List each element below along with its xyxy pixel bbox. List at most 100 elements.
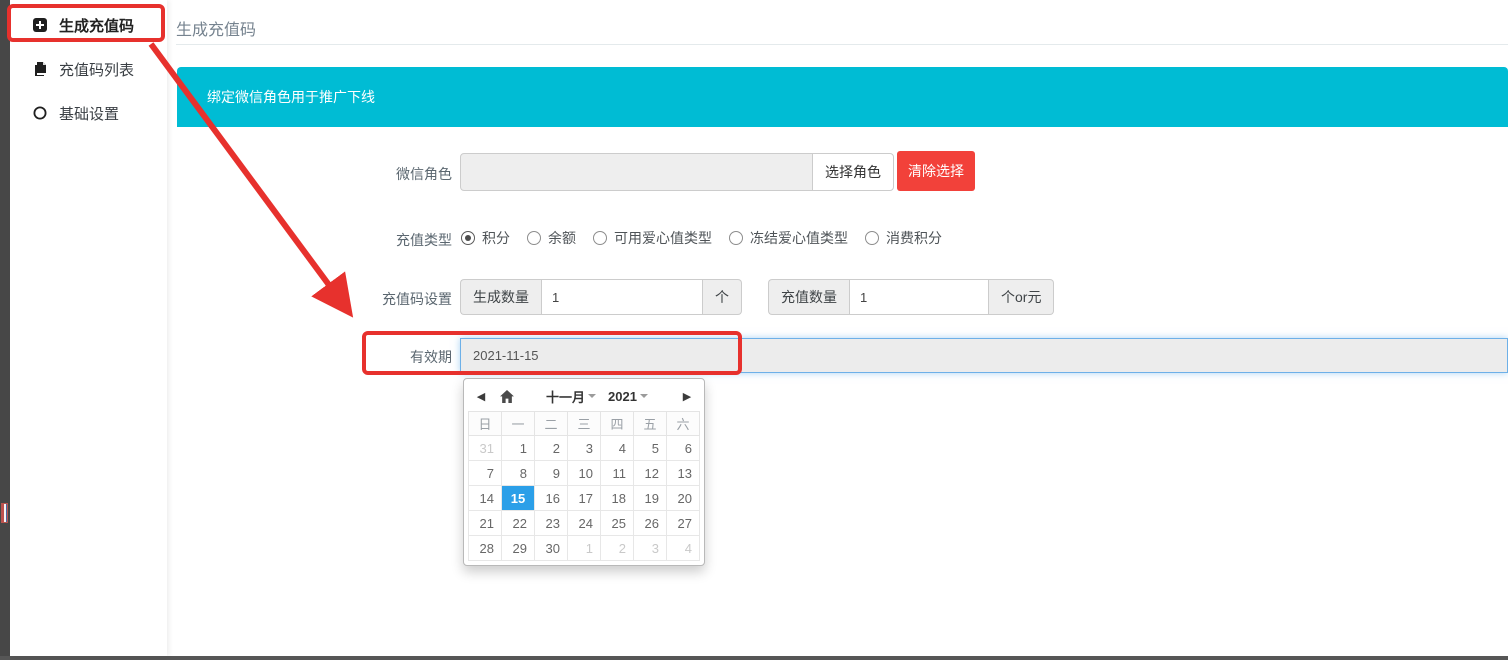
prev-month-button[interactable]: ◀ (468, 384, 494, 408)
month-dropdown[interactable]: 十一月 (546, 387, 596, 406)
calendar-day[interactable]: 1 (568, 536, 601, 561)
calendar-day[interactable]: 14 (469, 486, 502, 511)
window-bottom-bar (0, 656, 1508, 660)
calendar-day[interactable]: 7 (469, 461, 502, 486)
day-of-week-header: 二 (535, 412, 568, 436)
year-label: 2021 (608, 389, 637, 404)
calendar-day[interactable]: 5 (634, 436, 667, 461)
app-window: 生成充值码充值码列表基础设置 生成充值码 绑定微信角色用于推广下线 微信角色 选… (0, 0, 1508, 660)
sidebar-item-1[interactable]: 生成充值码 (10, 6, 167, 44)
calendar-day[interactable]: 10 (568, 461, 601, 486)
recharge-quantity-group: 充值数量个or元 (768, 279, 1054, 315)
edge-handle[interactable] (1, 503, 8, 523)
input-group-prefix: 生成数量 (460, 279, 541, 315)
clear-role-button[interactable]: 清除选择 (897, 151, 975, 191)
day-of-week-header: 四 (601, 412, 634, 436)
calendar-day[interactable]: 12 (634, 461, 667, 486)
datepicker-month-year: 十一月 2021 (520, 387, 674, 406)
calendar-day[interactable]: 25 (601, 511, 634, 536)
left-edge-strip (0, 0, 10, 656)
calendar-day[interactable]: 28 (469, 536, 502, 561)
calendar-day[interactable]: 27 (667, 511, 700, 536)
validity-label: 有效期 (330, 347, 452, 367)
calendar-day[interactable]: 20 (667, 486, 700, 511)
calendar-day[interactable]: 6 (667, 436, 700, 461)
radio-option-4[interactable]: 冻结爱心值类型 (729, 228, 848, 248)
sidebar-item-label: 生成充值码 (59, 15, 134, 36)
sidebar-item-label: 充值码列表 (59, 59, 134, 80)
radio-option-5[interactable]: 消费积分 (865, 228, 942, 248)
calendar-day[interactable]: 31 (469, 436, 502, 461)
generate-quantity-group: 生成数量 个 (460, 279, 742, 315)
sidebar-item-2[interactable]: 充值码列表 (10, 50, 167, 88)
home-icon[interactable] (494, 384, 520, 408)
calendar-day[interactable]: 23 (535, 511, 568, 536)
calendar-day[interactable]: 13 (667, 461, 700, 486)
sidebar-item-3[interactable]: 基础设置 (10, 94, 167, 132)
calendar-day[interactable]: 4 (667, 536, 700, 561)
radio-option-label: 消费积分 (886, 228, 942, 248)
datepicker-header: ◀ 十一月 2021 ▶ (468, 383, 700, 409)
recharge-type-label: 充值类型 (330, 230, 452, 250)
calendar-day[interactable]: 3 (568, 436, 601, 461)
validity-date-input[interactable] (460, 338, 1508, 373)
sidebar: 生成充值码充值码列表基础设置 (10, 0, 167, 656)
radio-option-label: 冻结爱心值类型 (750, 228, 848, 248)
recharge-quantity-input[interactable] (849, 279, 989, 315)
circle-icon (32, 105, 48, 121)
generate-quantity-input[interactable] (541, 279, 703, 315)
calendar-day[interactable]: 18 (601, 486, 634, 511)
day-of-week-header: 六 (667, 412, 700, 436)
calendar-day[interactable]: 19 (634, 486, 667, 511)
calendar-day[interactable]: 8 (502, 461, 535, 486)
radio-unselected-icon[interactable] (865, 231, 879, 245)
radio-unselected-icon[interactable] (729, 231, 743, 245)
calendar-day[interactable]: 2 (601, 536, 634, 561)
calendar-day[interactable]: 9 (535, 461, 568, 486)
copy-icon (32, 61, 48, 77)
calendar-day[interactable]: 17 (568, 486, 601, 511)
wechat-role-input[interactable] (460, 153, 813, 191)
calendar-day[interactable]: 16 (535, 486, 568, 511)
radio-unselected-icon[interactable] (593, 231, 607, 245)
select-role-button[interactable]: 选择角色 (812, 153, 894, 191)
day-of-week-header: 三 (568, 412, 601, 436)
radio-selected-icon[interactable] (461, 231, 475, 245)
recharge-type-radio-group: 积分 余额 可用爱心值类型 冻结爱心值类型 消费积分 (461, 228, 942, 248)
calendar-day[interactable]: 21 (469, 511, 502, 536)
calendar-day[interactable]: 22 (502, 511, 535, 536)
datepicker-popup: ◀ 十一月 2021 ▶ 日一二三四五六 3112345678910111213… (463, 378, 705, 566)
month-label: 十一月 (546, 387, 585, 406)
input-group-suffix: 个or元 (989, 279, 1054, 315)
year-dropdown[interactable]: 2021 (608, 389, 648, 404)
radio-option-label: 积分 (482, 228, 510, 248)
calendar-day[interactable]: 3 (634, 536, 667, 561)
calendar-day-selected[interactable]: 15 (502, 486, 535, 511)
radio-unselected-icon[interactable] (527, 231, 541, 245)
calendar-day[interactable]: 1 (502, 436, 535, 461)
next-month-button[interactable]: ▶ (674, 384, 700, 408)
day-of-week-header: 五 (634, 412, 667, 436)
calendar-day[interactable]: 2 (535, 436, 568, 461)
radio-option-1[interactable]: 积分 (461, 228, 510, 248)
panel-header: 绑定微信角色用于推广下线 (177, 67, 1508, 127)
chevron-down-icon (640, 394, 648, 398)
radio-option-label: 可用爱心值类型 (614, 228, 712, 248)
input-group-suffix: 个 (703, 279, 742, 315)
calendar-day[interactable]: 26 (634, 511, 667, 536)
page-title: 生成充值码 (176, 16, 256, 40)
header-divider (176, 44, 1508, 45)
calendar-day[interactable]: 30 (535, 536, 568, 561)
sidebar-item-label: 基础设置 (59, 103, 119, 124)
calendar-day[interactable]: 4 (601, 436, 634, 461)
calendar-table: 日一二三四五六 31123456789101112131415161718192… (468, 411, 700, 561)
calendar-day[interactable]: 24 (568, 511, 601, 536)
calendar-day[interactable]: 29 (502, 536, 535, 561)
radio-option-3[interactable]: 可用爱心值类型 (593, 228, 712, 248)
day-of-week-header: 日 (469, 412, 502, 436)
plus-square-icon (32, 17, 48, 33)
radio-option-label: 余额 (548, 228, 576, 248)
day-of-week-header: 一 (502, 412, 535, 436)
radio-option-2[interactable]: 余额 (527, 228, 576, 248)
calendar-day[interactable]: 11 (601, 461, 634, 486)
